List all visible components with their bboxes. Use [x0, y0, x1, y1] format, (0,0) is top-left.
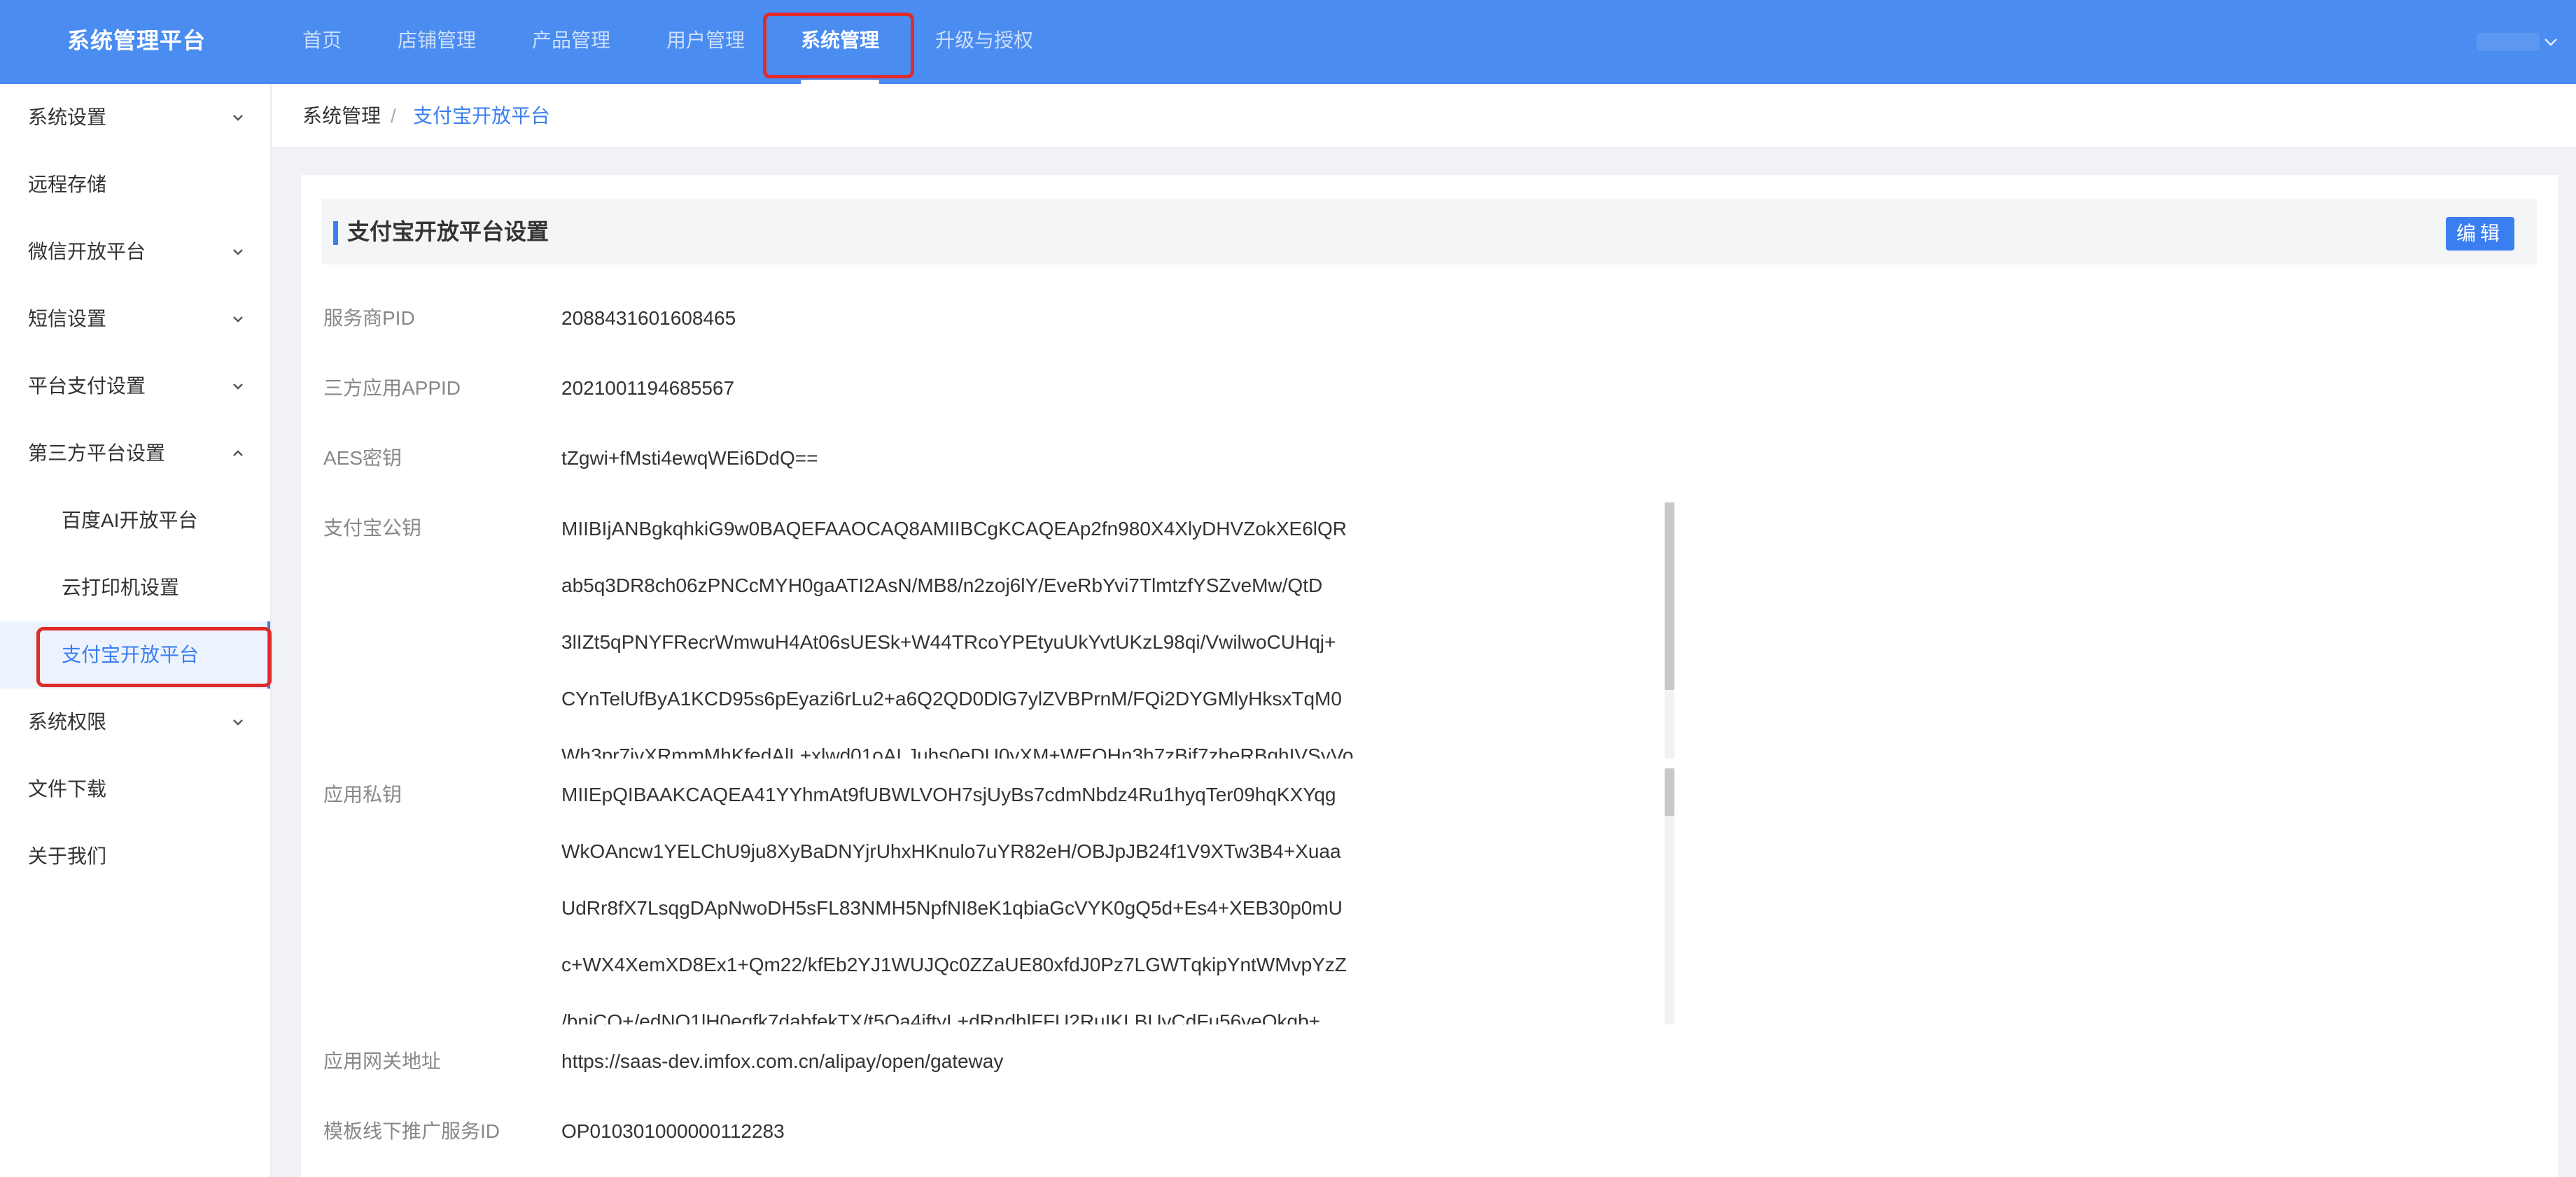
nav-item-home[interactable]: 首页 [302, 0, 342, 84]
sidebar-item-label: 系统权限 [28, 711, 107, 733]
breadcrumb-parent[interactable]: 系统管理 [302, 84, 381, 148]
sidebar-item-label: 关于我们 [28, 845, 107, 867]
field-value-pid: 2088431601608465 [561, 307, 736, 329]
sidebar-item-label: 微信开放平台 [28, 241, 146, 262]
key-line: UdRr8fX7LsqgDApNwoDH5sFL83NMH5NpfNI8eK1q… [561, 897, 1343, 919]
sidebar-item-about-us[interactable]: 关于我们 [0, 823, 270, 890]
field-label-app-private-key: 应用私钥 [323, 784, 402, 805]
field-label-service-id: 模板线下推广服务ID [323, 1120, 500, 1142]
sidebar-item-label: 云打印机设置 [62, 577, 180, 598]
field-label-gateway: 应用网关地址 [323, 1050, 442, 1072]
main-panel: 支付宝开放平台设置 编辑 服务商PID 2088431601608465 三方应… [301, 175, 2558, 1177]
sidebar-item-cloud-printer[interactable]: 云打印机设置 [0, 554, 270, 621]
nav-item-stores[interactable]: 店铺管理 [398, 0, 476, 84]
scrollbar[interactable] [1665, 502, 1674, 759]
field-value-appid: 2021001194685567 [561, 377, 735, 399]
title-accent-bar [333, 221, 338, 245]
field-label-pid: 服务商PID [323, 307, 415, 329]
key-line: c+WX4XemXD8Ex1+Qm22/kfEb2YJ1WUJQc0ZZaUE8… [561, 954, 1347, 975]
chevron-down-icon [2544, 37, 2558, 47]
page-title: 支付宝开放平台设置 [347, 219, 550, 244]
sidebar-item-baidu-ai[interactable]: 百度AI开放平台 [0, 487, 270, 554]
key-line: MIIBIjANBgkqhkiG9w0BAQEFAAOCAQ8AMIIBCgKC… [561, 518, 1347, 540]
app-private-key-box[interactable]: MIIEpQIBAAKCAQEA41YYhmAt9fUBWLVOH7sjUyBs… [561, 768, 1676, 1024]
user-menu[interactable] [2477, 28, 2558, 56]
scrollbar[interactable] [1665, 768, 1674, 1024]
sidebar-item-label: 短信设置 [28, 308, 107, 330]
chevron-down-icon [233, 115, 243, 121]
highlight-annotation-sidebar [36, 627, 272, 687]
sidebar-item-sms-settings[interactable]: 短信设置 [0, 286, 270, 353]
sidebar-item-system-permissions[interactable]: 系统权限 [0, 689, 270, 756]
chevron-down-icon [233, 249, 243, 255]
breadcrumb-separator: / [391, 105, 396, 127]
chevron-down-icon [233, 383, 243, 390]
breadcrumb: 系统管理 / 支付宝开放平台 [272, 84, 2576, 148]
key-line: ab5q3DR8ch06zPNCcMYH0gaATI2AsN/MB8/n2zoj… [561, 575, 1323, 596]
scrollbar-thumb[interactable] [1665, 768, 1674, 816]
sidebar-item-label: 平台支付设置 [28, 375, 146, 397]
chevron-up-icon [233, 450, 243, 456]
scrollbar-thumb[interactable] [1665, 502, 1674, 690]
avatar [2477, 33, 2540, 51]
app-title: 系统管理平台 [67, 28, 206, 53]
field-value-aes: tZgwi+fMsti4ewqWEi6DdQ== [561, 447, 818, 469]
edit-button[interactable]: 编辑 [2446, 217, 2514, 251]
key-line: CYnTelUfByA1KCD95s6pEyazi6rLu2+a6Q2QD0Dl… [561, 688, 1342, 710]
sidebar-item-label: 第三方平台设置 [28, 442, 166, 464]
key-line: /bnjCQ+/edNO1lH0eqfk7dabfekTX/t5Oa4iftyL… [561, 1010, 1321, 1024]
nav-item-users[interactable]: 用户管理 [666, 0, 745, 84]
sidebar-item-third-party-settings[interactable]: 第三方平台设置 [0, 420, 270, 487]
key-line: WkOAncw1YELChU9ju8XyBaDNYjrUhxHKnulo7uYR… [561, 840, 1341, 862]
sidebar-item-label: 系统设置 [28, 106, 107, 128]
sidebar-item-label: 文件下载 [28, 778, 107, 800]
nav-item-products[interactable]: 产品管理 [532, 0, 610, 84]
chevron-down-icon [233, 719, 243, 726]
field-value-gateway: https://saas-dev.imfox.com.cn/alipay/ope… [561, 1050, 1004, 1072]
key-line: MIIEpQIBAAKCAQEA41YYhmAt9fUBWLVOH7sjUyBs… [561, 784, 1336, 805]
top-header: 系统管理平台 首页 店铺管理 产品管理 用户管理 系统管理 升级与授权 [0, 0, 2576, 84]
chevron-down-icon [233, 316, 243, 323]
field-value-service-id: OP010301000000112283 [561, 1120, 785, 1142]
sidebar-item-system-settings[interactable]: 系统设置 [0, 84, 270, 151]
sidebar-item-payment-settings[interactable]: 平台支付设置 [0, 353, 270, 420]
sidebar-item-wechat-open-platform[interactable]: 微信开放平台 [0, 218, 270, 286]
key-line: Wh3pr7jvXRmmMhKfedAlL+xlwd01oALJuhs0eDU0… [561, 745, 1354, 759]
sidebar-item-label: 远程存储 [28, 174, 107, 195]
field-label-alipay-public-key: 支付宝公钥 [323, 517, 422, 539]
highlight-annotation-nav [763, 13, 914, 78]
nav-item-upgrade[interactable]: 升级与授权 [935, 0, 1033, 84]
field-label-appid: 三方应用APPID [323, 377, 461, 399]
key-line: 3lIZt5qPNYFRecrWmwuH4At06sUESk+W44TRcoYP… [561, 631, 1336, 653]
sidebar: 系统设置 远程存储 微信开放平台 短信设置 平台支付设置 第三方平台设置 百度A… [0, 84, 272, 1177]
alipay-public-key-box[interactable]: MIIBIjANBgkqhkiG9w0BAQEFAAOCAQ8AMIIBCgKC… [561, 502, 1676, 759]
card-header: 支付宝开放平台设置 编辑 [322, 199, 2537, 265]
breadcrumb-current: 支付宝开放平台 [413, 105, 551, 127]
sidebar-item-remote-storage[interactable]: 远程存储 [0, 151, 270, 218]
sidebar-item-file-download[interactable]: 文件下载 [0, 756, 270, 823]
field-label-aes: AES密钥 [323, 447, 402, 469]
sidebar-item-label: 百度AI开放平台 [62, 509, 198, 531]
